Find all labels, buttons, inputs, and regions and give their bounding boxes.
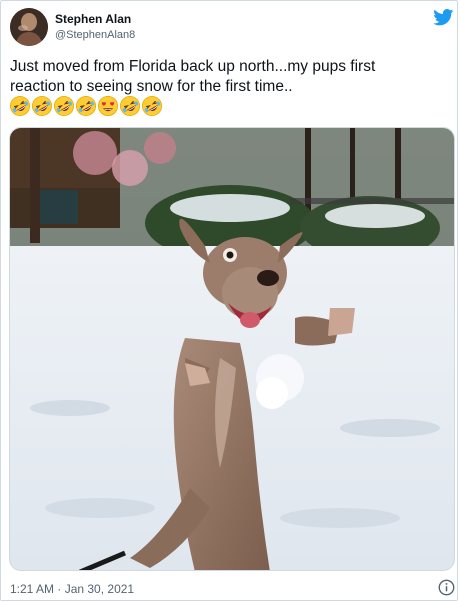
rolling-on-floor-laughing-emoji-icon — [76, 96, 96, 116]
tweet-card: Stephen Alan @StephenAlan8 Just moved fr… — [0, 0, 458, 601]
tweet-text-line: Just moved from Florida back up north...… — [10, 58, 376, 75]
emoji-row — [9, 95, 163, 117]
rolling-on-floor-laughing-emoji-icon — [120, 96, 140, 116]
tweet-photo[interactable] — [9, 127, 455, 571]
rolling-on-floor-laughing-emoji-icon — [142, 96, 162, 116]
tweet-text-line: reaction to seeing snow for the first ti… — [10, 78, 293, 95]
author-name[interactable]: Stephen Alan — [55, 12, 131, 26]
info-icon[interactable] — [438, 579, 455, 596]
tweet-text: Just moved from Florida back up north...… — [10, 57, 450, 97]
rolling-on-floor-laughing-emoji-icon — [54, 96, 74, 116]
twitter-bird-icon[interactable] — [433, 9, 454, 26]
rolling-on-floor-laughing-emoji-icon — [32, 96, 52, 116]
rolling-on-floor-laughing-emoji-icon — [10, 96, 30, 116]
author-handle[interactable]: @StephenAlan8 — [55, 29, 135, 41]
heart-eyes-emoji-icon — [98, 96, 118, 116]
tweet-timestamp[interactable]: 1:21 AM · Jan 30, 2021 — [10, 582, 134, 596]
author-avatar[interactable] — [10, 8, 48, 46]
